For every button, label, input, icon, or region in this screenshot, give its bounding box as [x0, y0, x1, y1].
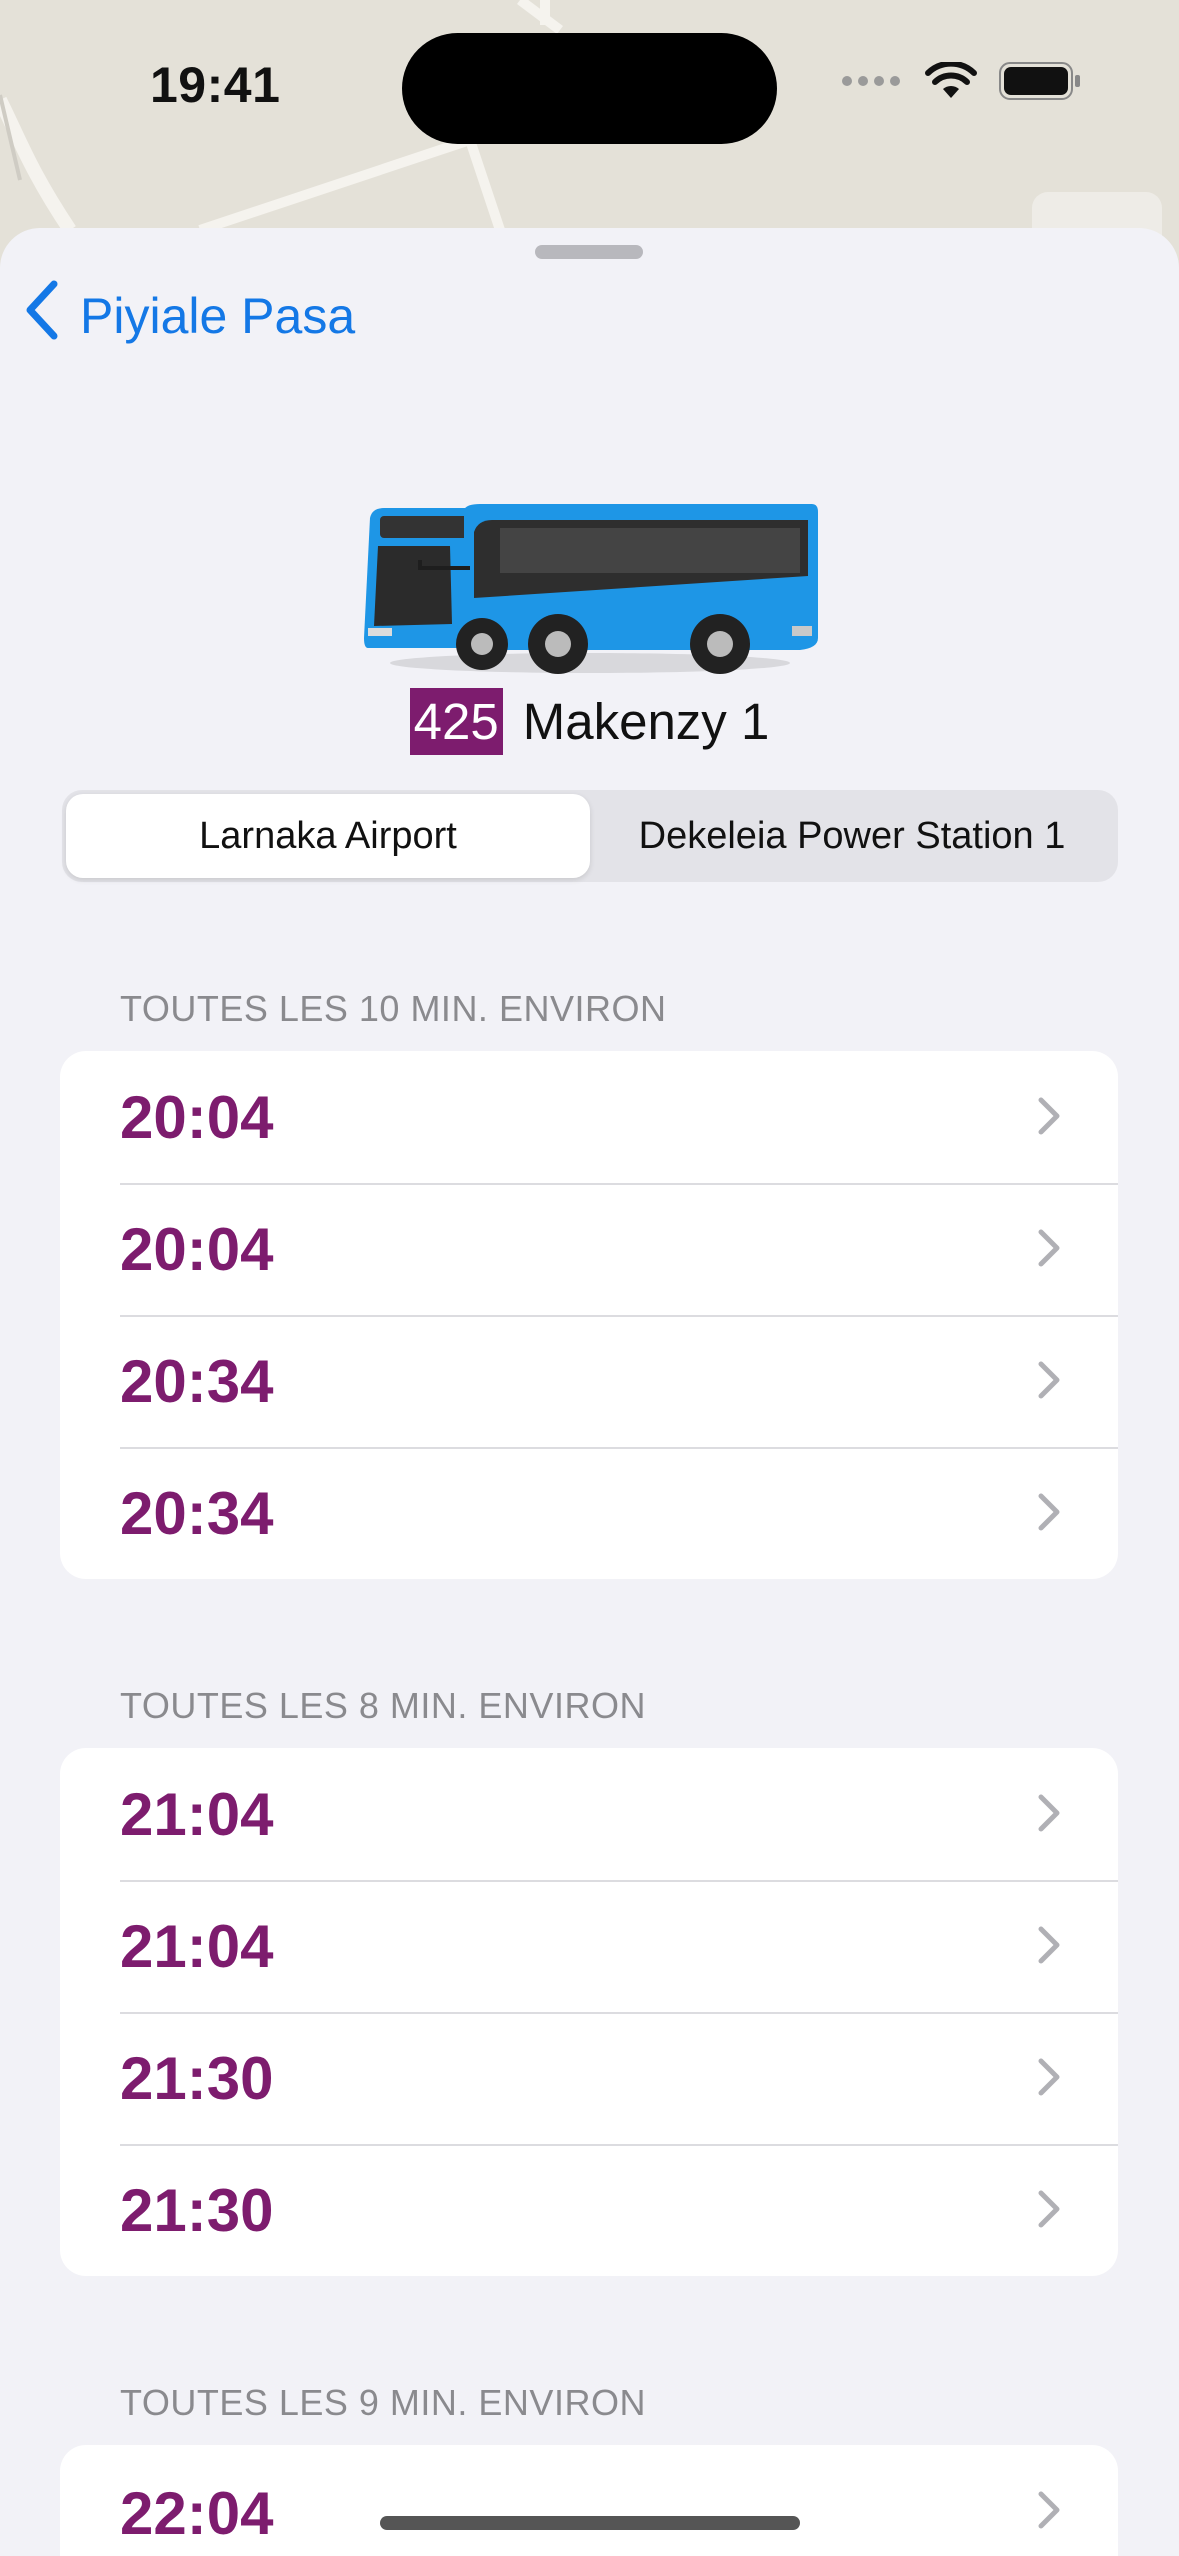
route-name: Makenzy 1 — [522, 693, 770, 750]
departure-time: 21:30 — [120, 2176, 274, 2244]
section-header: TOUTES LES 9 MIN. ENVIRON — [120, 2382, 646, 2423]
direction-tab-dekeleia-power-station[interactable]: Dekeleia Power Station 1 — [590, 794, 1114, 878]
back-button-label: Piyiale Pasa — [80, 288, 356, 344]
bus-icon — [360, 498, 820, 678]
departure-row[interactable]: 21:04 — [60, 1748, 1118, 1880]
direction-segmented-control: Larnaka Airport Dekeleia Power Station 1 — [62, 790, 1118, 882]
departure-row[interactable]: 20:34 — [60, 1315, 1118, 1447]
direction-tab-larnaka-airport[interactable]: Larnaka Airport — [66, 794, 590, 878]
departure-time: 20:04 — [120, 1083, 274, 1151]
chevron-right-icon — [1038, 1097, 1060, 1140]
departure-time: 21:04 — [120, 1780, 274, 1848]
sheet-grabber[interactable] — [535, 245, 643, 259]
departure-row[interactable]: 21:30 — [60, 2012, 1118, 2144]
chevron-right-icon — [1038, 1361, 1060, 1404]
chevron-right-icon — [1038, 2058, 1060, 2101]
home-indicator[interactable] — [380, 2516, 800, 2530]
status-time: 19:41 — [150, 57, 281, 113]
departure-row[interactable]: 22:04 — [60, 2445, 1118, 2556]
chevron-right-icon — [1038, 2190, 1060, 2233]
route-number-badge: 425 — [409, 688, 503, 755]
departure-time: 20:04 — [120, 1215, 274, 1283]
status-icons — [841, 60, 1081, 105]
chevron-right-icon — [1038, 1493, 1060, 1536]
chevron-right-icon — [1038, 1794, 1060, 1837]
cellular-icon — [841, 74, 903, 93]
chevron-right-icon — [1038, 1229, 1060, 1272]
section-header: TOUTES LES 8 MIN. ENVIRON — [120, 1685, 646, 1726]
departure-row[interactable]: 21:04 — [60, 1880, 1118, 2012]
chevron-left-icon — [24, 280, 60, 352]
chevron-right-icon — [1038, 1926, 1060, 1969]
departure-time: 21:30 — [120, 2044, 274, 2112]
departure-group: 21:04 21:04 21:30 21:30 — [60, 1748, 1118, 2276]
departure-time: 21:04 — [120, 1912, 274, 1980]
departure-row[interactable]: 20:04 — [60, 1183, 1118, 1315]
departure-row[interactable]: 21:30 — [60, 2144, 1118, 2276]
chevron-right-icon — [1038, 2491, 1060, 2534]
departure-row[interactable]: 20:34 — [60, 1447, 1118, 1579]
wifi-icon — [925, 60, 977, 105]
battery-icon — [999, 62, 1081, 105]
dynamic-island — [402, 33, 777, 144]
section-header: TOUTES LES 10 MIN. ENVIRON — [120, 988, 667, 1029]
departure-group: 22:04 — [60, 2445, 1118, 2556]
bottom-sheet: Piyiale Pasa 425 Makenzy 1 Larnaka Airpo… — [0, 228, 1179, 2556]
route-title: 425 Makenzy 1 — [0, 688, 1179, 755]
departure-time: 20:34 — [120, 1479, 274, 1547]
departure-time: 22:04 — [120, 2480, 274, 2547]
departure-row[interactable]: 20:04 — [60, 1051, 1118, 1183]
departure-time: 20:34 — [120, 1347, 274, 1415]
departure-group: 20:04 20:04 20:34 20:34 — [60, 1051, 1118, 1579]
back-button[interactable]: Piyiale Pasa — [24, 280, 355, 352]
